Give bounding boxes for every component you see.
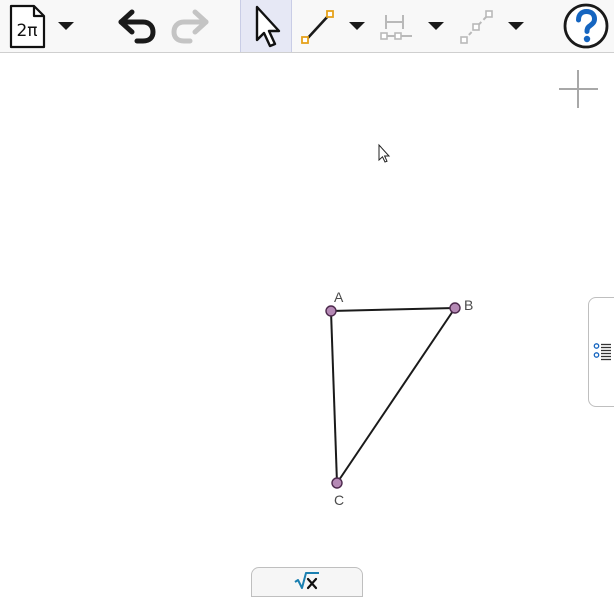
graphics-canvas[interactable]: A B C bbox=[0, 53, 614, 592]
list-icon bbox=[593, 343, 611, 361]
file-icon-label: 2π bbox=[16, 21, 37, 41]
chevron-down-icon bbox=[428, 22, 444, 30]
chevron-down-icon bbox=[508, 22, 524, 30]
segment-tool-dropdown[interactable] bbox=[345, 0, 369, 52]
chevron-down-icon bbox=[349, 22, 365, 30]
file-menu-dropdown[interactable] bbox=[54, 0, 78, 52]
point-c[interactable] bbox=[331, 477, 343, 489]
chevron-down-icon bbox=[58, 22, 74, 30]
plus-icon[interactable] bbox=[559, 70, 598, 108]
segment-ca[interactable] bbox=[330, 310, 338, 484]
point-a-label: A bbox=[334, 289, 344, 305]
algebra-view-toggle[interactable] bbox=[588, 297, 614, 407]
segment-ab[interactable] bbox=[330, 307, 456, 312]
perpendicular-tool-dropdown[interactable] bbox=[424, 0, 448, 52]
perpendicular-tool-button[interactable] bbox=[374, 0, 418, 52]
segment-bc[interactable] bbox=[336, 307, 456, 484]
undo-button[interactable] bbox=[112, 0, 162, 52]
toolbar: 2π bbox=[0, 0, 614, 53]
segment-tool-button[interactable] bbox=[296, 0, 340, 52]
arrow-pointer-icon bbox=[255, 5, 281, 48]
dashed-tool-dropdown[interactable] bbox=[504, 0, 528, 52]
help-icon bbox=[563, 3, 609, 49]
graphics-view[interactable]: A B C bbox=[0, 53, 614, 592]
file-menu-button[interactable]: 2π bbox=[4, 0, 50, 52]
input-bar-toggle[interactable] bbox=[251, 567, 363, 597]
dashed-segment-icon bbox=[460, 10, 493, 44]
point-b-label: B bbox=[464, 297, 473, 313]
segment-icon bbox=[301, 10, 334, 44]
mouse-cursor-icon bbox=[378, 143, 391, 163]
move-tool-button[interactable] bbox=[240, 0, 292, 52]
point-a[interactable] bbox=[325, 305, 337, 317]
square-root-x-icon bbox=[294, 572, 319, 590]
point-c-label: C bbox=[334, 492, 344, 508]
perpendicular-bisector-icon bbox=[380, 15, 412, 40]
dashed-tool-button[interactable] bbox=[454, 0, 498, 52]
help-button[interactable] bbox=[561, 0, 611, 52]
redo-icon bbox=[171, 9, 209, 44]
undo-icon bbox=[118, 9, 156, 44]
point-b[interactable] bbox=[449, 302, 461, 314]
file-pi-icon: 2π bbox=[9, 4, 46, 49]
redo-button[interactable] bbox=[165, 0, 215, 52]
